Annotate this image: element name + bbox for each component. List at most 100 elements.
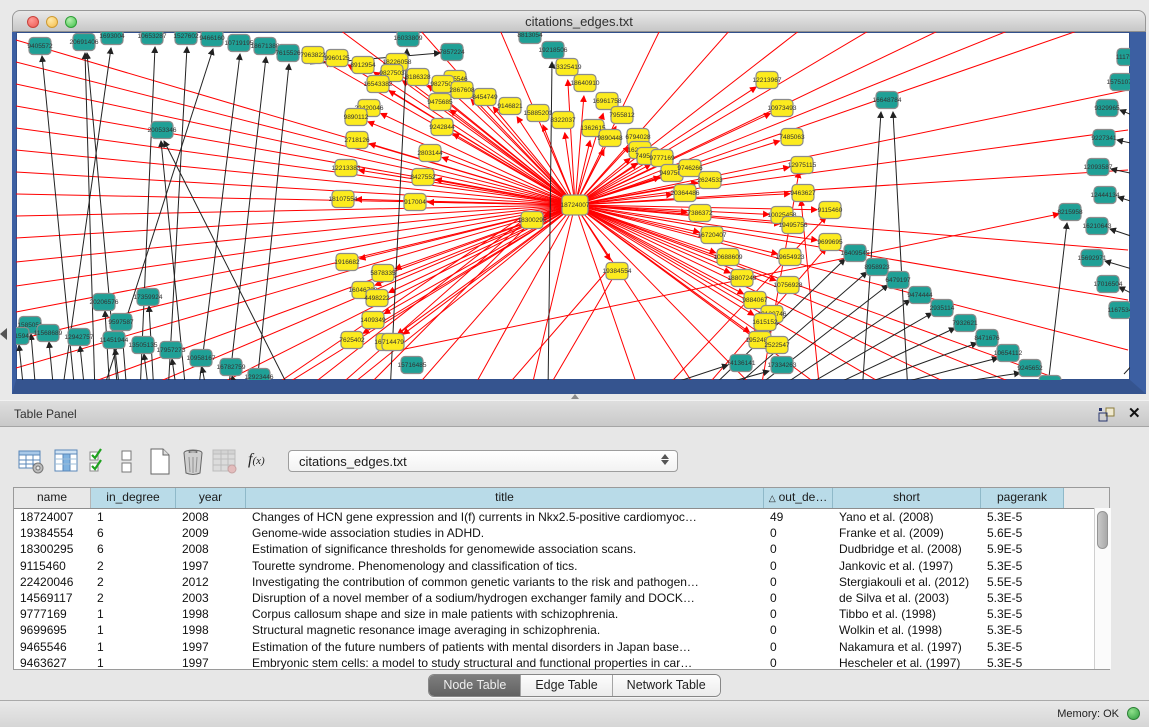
graph-node[interactable]: 13325419 [553,59,582,76]
graph-node[interactable]: 14136141 [727,355,756,372]
float-panel-icon[interactable] [1098,407,1116,427]
graph-node[interactable]: 12444134 [1091,187,1120,204]
table-cell[interactable]: 9465546 [14,639,91,655]
table-chooser-dropdown[interactable]: citations_edges.txt [288,450,678,472]
graph-node[interactable]: 7963822 [300,47,326,64]
table-cell[interactable]: Hescheler et al. (1997) [833,655,981,671]
graph-node[interactable]: 1693004 [99,32,125,45]
table-cell[interactable]: Dudbridge et al. (2008) [833,541,981,557]
graph-node[interactable]: 16648784 [873,92,902,109]
table-cell[interactable]: 1997 [176,558,246,574]
table-cell[interactable]: 1 [91,655,176,671]
table-cell[interactable]: 1 [91,509,176,525]
table-cell[interactable]: 6 [91,525,176,541]
graph-node[interactable]: 7857224 [439,44,465,61]
graph-node[interactable]: 1167534 [1108,302,1130,319]
graph-node[interactable]: 10654112 [994,345,1023,362]
graph-node[interactable]: 9245652 [1017,360,1043,377]
graph-node[interactable]: 1117539 [1116,49,1130,66]
table-cell[interactable]: 9115460 [14,558,91,574]
table-cell[interactable]: 14569117 [14,590,91,606]
function-builder-icon[interactable]: f(x) [248,451,265,469]
clear-selection-icon[interactable] [120,448,134,480]
table-cell[interactable]: 49 [764,509,833,525]
graph-node[interactable]: 9146821 [497,98,523,115]
graph-node[interactable]: 7386372 [687,205,713,222]
graph-node[interactable]: 9960125 [324,50,350,67]
table-cell[interactable]: 5.3E-5 [981,639,1064,655]
graph-node[interactable]: 11568689 [34,325,63,342]
graph-node[interactable]: 18724007 [561,195,590,215]
graph-node[interactable]: 15885201 [524,105,553,122]
graph-node[interactable]: 2935114 [930,300,955,317]
delete-table-icon[interactable] [180,448,206,481]
graph-node[interactable]: 9227341 [1091,130,1117,147]
table-cell[interactable]: 19384554 [14,525,91,541]
table-cell[interactable]: 1 [91,639,176,655]
graph-node[interactable]: 12213383 [332,160,361,177]
table-cell[interactable]: Disruption of a novel member of a sodium… [246,590,764,606]
table-scrollbar[interactable] [1094,508,1111,669]
graph-node[interactable]: 1527602 [173,32,199,45]
table-cell[interactable]: 1 [91,606,176,622]
graph-node[interactable]: 19384554 [603,263,632,280]
table-cell[interactable]: 0 [764,622,833,638]
graph-node[interactable]: 17359924 [134,289,163,306]
graph-node[interactable]: 1409349 [360,312,386,329]
table-cell[interactable]: 0 [764,655,833,671]
graph-node[interactable]: 15692971 [1078,250,1107,267]
graph-node[interactable]: 8958923 [864,259,890,276]
new-table-icon[interactable] [148,448,172,481]
network-window-titlebar[interactable]: citations_edges.txt [12,10,1146,32]
graph-node[interactable]: 12942757 [65,329,94,346]
collapse-panel-arrow-icon[interactable] [0,328,7,340]
graph-node[interactable]: 2803144 [417,145,443,162]
graph-node[interactable]: 16720407 [698,227,727,244]
graph-node[interactable]: 18640910 [571,75,600,92]
table-cell[interactable]: 5.3E-5 [981,622,1064,638]
graph-node[interactable]: 8471676 [974,330,1000,347]
table-cell[interactable]: Nakamura et al. (1997) [833,639,981,655]
graph-node[interactable]: 7955812 [609,107,635,124]
graph-node[interactable]: 10719195 [225,35,254,52]
graph-node[interactable]: 17334263 [768,357,797,374]
table-cell[interactable]: 1997 [176,655,246,671]
table-cell[interactable]: 5.3E-5 [981,655,1064,671]
column-header-out_de[interactable]: △out_de… [764,488,833,508]
show-column-icon[interactable] [54,448,81,480]
table-cell[interactable]: 5.5E-5 [981,574,1064,590]
graph-node[interactable]: 17016504 [1094,276,1123,293]
graph-node[interactable]: 16033809 [394,32,423,47]
table-cell[interactable]: Estimation of the future numbers of pati… [246,639,764,655]
graph-node[interactable]: 19654923 [776,249,805,266]
graph-node[interactable]: 2522547 [764,337,790,354]
column-header-pagerank[interactable]: pagerank [981,488,1064,508]
graph-node[interactable]: 8813054 [517,32,543,44]
graph-node[interactable]: 10973493 [768,100,797,117]
graph-node[interactable]: 1916682 [334,254,360,271]
column-header-year[interactable]: year [176,488,246,508]
table-cell[interactable]: 2009 [176,525,246,541]
table-cell[interactable]: Corpus callosum shape and size in male p… [246,606,764,622]
table-cell[interactable]: 1998 [176,622,246,638]
table-cell[interactable]: 1997 [176,639,246,655]
table-cell[interactable]: 2003 [176,590,246,606]
graph-node[interactable]: 9466160 [199,32,225,47]
graph-node[interactable]: 2718126 [344,132,370,149]
table-cell[interactable]: Changes of HCN gene expression and I(f) … [246,509,764,525]
graph-node[interactable]: 10653287 [138,32,167,45]
table-cell[interactable]: 18724007 [14,509,91,525]
column-header-short[interactable]: short [833,488,981,508]
graph-node[interactable]: 18807249 [728,270,757,287]
graph-node[interactable]: 12975115 [788,157,817,174]
table-cell[interactable]: 0 [764,639,833,655]
graph-node[interactable]: 18107554 [329,191,358,208]
graph-node[interactable]: 8215958 [1057,204,1083,221]
tab-network-table[interactable]: Network Table [613,675,720,696]
graph-node[interactable]: 6479197 [885,272,911,289]
column-header-name[interactable]: name [14,488,91,508]
graph-node[interactable]: 9329965 [1094,100,1120,117]
graph-node[interactable]: 9475685 [427,94,453,111]
graph-node[interactable]: 15751074 [1107,74,1130,91]
table-cell[interactable]: 2012 [176,574,246,590]
